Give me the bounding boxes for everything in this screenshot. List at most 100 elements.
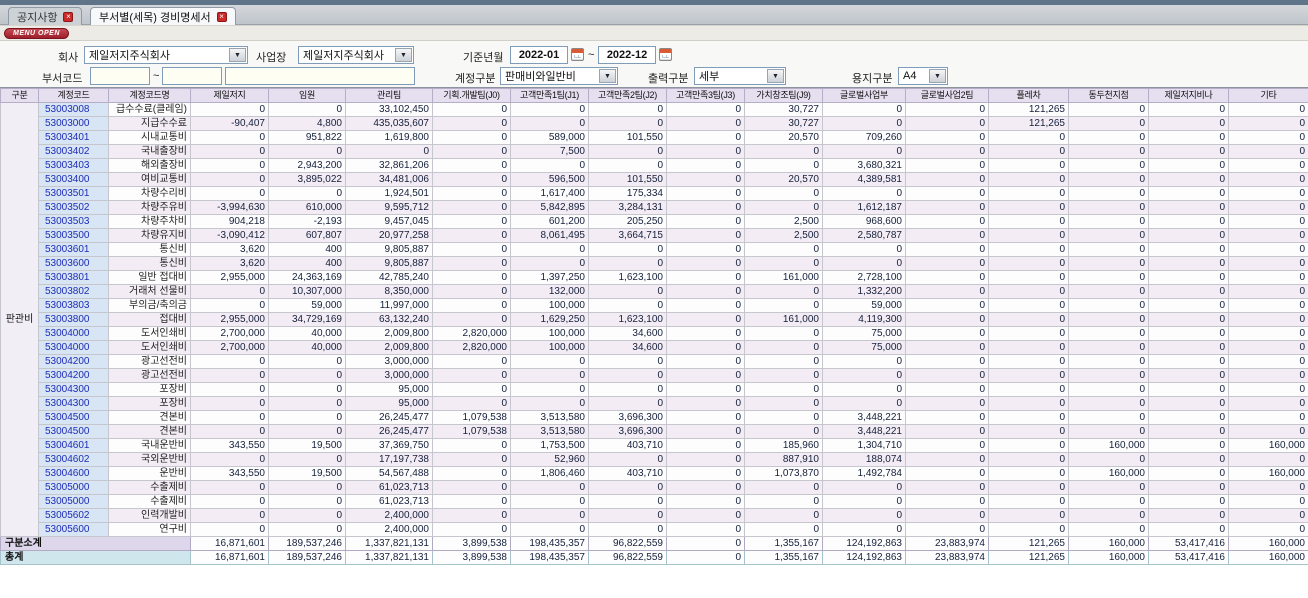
amount-cell[interactable]: 0 <box>1148 522 1229 537</box>
amount-cell[interactable]: 0 <box>268 494 346 509</box>
amount-cell[interactable]: 0 <box>1228 270 1308 285</box>
amount-cell[interactable]: 0 <box>905 116 989 131</box>
amount-cell[interactable]: 0 <box>510 102 589 117</box>
amount-cell[interactable]: 16,871,601 <box>190 550 269 565</box>
account-name-cell[interactable]: 차량수리비 <box>108 186 191 201</box>
amount-cell[interactable]: 3,680,321 <box>822 158 906 173</box>
amount-cell[interactable]: 0 <box>510 480 589 495</box>
amount-cell[interactable]: 0 <box>432 228 511 243</box>
amount-cell[interactable]: 0 <box>190 522 269 537</box>
dept-code-from-input[interactable] <box>90 67 150 85</box>
account-name-cell[interactable]: 수출제비 <box>108 494 191 509</box>
account-code-cell[interactable]: 53003802 <box>38 284 109 299</box>
amount-cell[interactable]: 3,664,715 <box>588 228 667 243</box>
amount-cell[interactable]: 0 <box>510 116 589 131</box>
amount-cell[interactable]: 0 <box>744 158 823 173</box>
amount-cell[interactable]: 1,337,821,131 <box>345 536 433 551</box>
amount-cell[interactable]: 0 <box>190 298 269 313</box>
amount-cell[interactable]: 95,000 <box>345 382 433 397</box>
amount-cell[interactable]: 0 <box>1068 284 1149 299</box>
amount-cell[interactable]: 2,820,000 <box>432 340 511 355</box>
amount-cell[interactable]: 0 <box>1228 284 1308 299</box>
amount-cell[interactable]: 160,000 <box>1228 438 1308 453</box>
amount-cell[interactable]: 0 <box>666 424 745 439</box>
account-name-cell[interactable]: 지급수수료 <box>108 116 191 131</box>
amount-cell[interactable]: 343,550 <box>190 466 269 481</box>
amount-cell[interactable]: 53,417,416 <box>1148 550 1229 565</box>
amount-cell[interactable]: 0 <box>190 368 269 383</box>
amount-cell[interactable]: 0 <box>1148 102 1229 117</box>
amount-cell[interactable]: 0 <box>1228 410 1308 425</box>
amount-cell[interactable]: 0 <box>432 256 511 271</box>
amount-cell[interactable]: 52,960 <box>510 452 589 467</box>
amount-cell[interactable]: 0 <box>822 382 906 397</box>
account-name-cell[interactable]: 통신비 <box>108 242 191 257</box>
account-name-cell[interactable]: 국내출장비 <box>108 144 191 159</box>
account-name-cell[interactable]: 부의금/축의금 <box>108 298 191 313</box>
amount-cell[interactable]: 0 <box>988 130 1069 145</box>
amount-cell[interactable]: 95,000 <box>345 396 433 411</box>
amount-cell[interactable]: 2,500 <box>744 214 823 229</box>
amount-cell[interactable]: 0 <box>744 382 823 397</box>
amount-cell[interactable]: 19,500 <box>268 438 346 453</box>
amount-cell[interactable]: 0 <box>905 256 989 271</box>
amount-cell[interactable]: 0 <box>1228 144 1308 159</box>
amount-cell[interactable]: 0 <box>1148 144 1229 159</box>
amount-cell[interactable]: 0 <box>905 480 989 495</box>
amount-cell[interactable]: 26,245,477 <box>345 410 433 425</box>
amount-cell[interactable]: 589,000 <box>510 130 589 145</box>
amount-cell[interactable]: 0 <box>190 452 269 467</box>
amount-cell[interactable]: 0 <box>1228 452 1308 467</box>
amount-cell[interactable]: 61,023,713 <box>345 494 433 509</box>
amount-cell[interactable]: 0 <box>666 172 745 187</box>
amount-cell[interactable]: 0 <box>988 340 1069 355</box>
amount-cell[interactable]: 0 <box>822 522 906 537</box>
amount-cell[interactable]: 161,000 <box>744 312 823 327</box>
amount-cell[interactable]: 2,943,200 <box>268 158 346 173</box>
amount-cell[interactable]: 0 <box>588 284 667 299</box>
amount-cell[interactable]: 0 <box>268 452 346 467</box>
amount-cell[interactable]: 34,729,169 <box>268 312 346 327</box>
amount-cell[interactable]: 0 <box>1228 480 1308 495</box>
amount-cell[interactable]: 0 <box>1148 424 1229 439</box>
amount-cell[interactable]: 100,000 <box>510 340 589 355</box>
amount-cell[interactable]: 0 <box>666 396 745 411</box>
amount-cell[interactable]: 0 <box>822 242 906 257</box>
dept-code-to-input[interactable] <box>162 67 222 85</box>
amount-cell[interactable]: 0 <box>666 214 745 229</box>
menu-open-button[interactable]: MENU OPEN <box>4 28 69 39</box>
amount-cell[interactable]: 3,448,221 <box>822 424 906 439</box>
amount-cell[interactable]: 0 <box>510 368 589 383</box>
amount-cell[interactable]: 0 <box>1068 396 1149 411</box>
amount-cell[interactable]: 887,910 <box>744 452 823 467</box>
amount-cell[interactable]: 0 <box>1148 494 1229 509</box>
amount-cell[interactable]: 0 <box>1068 130 1149 145</box>
amount-cell[interactable]: 0 <box>988 214 1069 229</box>
amount-cell[interactable]: 11,997,000 <box>345 298 433 313</box>
amount-cell[interactable]: 160,000 <box>1228 536 1308 551</box>
amount-cell[interactable]: 0 <box>666 480 745 495</box>
amount-cell[interactable]: 1,619,800 <box>345 130 433 145</box>
account-code-cell[interactable]: 53003008 <box>38 102 109 117</box>
amount-cell[interactable]: 0 <box>432 172 511 187</box>
amount-cell[interactable]: 0 <box>432 312 511 327</box>
amount-cell[interactable]: 0 <box>432 396 511 411</box>
account-code-cell[interactable]: 53003800 <box>38 312 109 327</box>
amount-cell[interactable]: 1,332,200 <box>822 284 906 299</box>
amount-cell[interactable]: 24,363,169 <box>268 270 346 285</box>
amount-cell[interactable]: 2,700,000 <box>190 326 269 341</box>
amount-cell[interactable]: 0 <box>432 214 511 229</box>
amount-cell[interactable]: 0 <box>1068 200 1149 215</box>
calendar-from-icon[interactable] <box>571 48 584 61</box>
amount-cell[interactable]: 9,595,712 <box>345 200 433 215</box>
amount-cell[interactable]: 0 <box>822 186 906 201</box>
amount-cell[interactable]: 0 <box>1228 298 1308 313</box>
account-name-cell[interactable]: 운반비 <box>108 466 191 481</box>
amount-cell[interactable]: 0 <box>822 508 906 523</box>
amount-cell[interactable]: 0 <box>432 144 511 159</box>
amount-cell[interactable]: 0 <box>1068 228 1149 243</box>
amount-cell[interactable]: 0 <box>268 368 346 383</box>
amount-cell[interactable]: 1,629,250 <box>510 312 589 327</box>
amount-cell[interactable]: 40,000 <box>268 326 346 341</box>
output-type-select[interactable]: 세부 <box>694 67 786 85</box>
